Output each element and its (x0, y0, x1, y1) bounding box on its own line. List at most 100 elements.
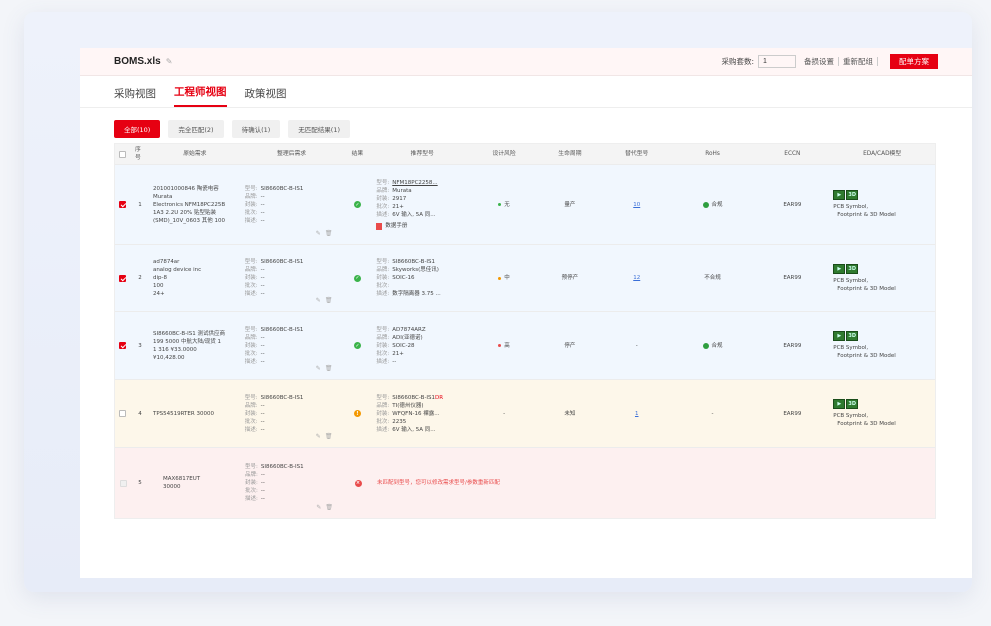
table-row[interactable]: 1 201001000846 陶瓷电容 Murata Electronics N… (115, 165, 935, 245)
3d-icon: 3D (846, 399, 859, 409)
rematch-link[interactable]: 重新配组 (843, 56, 873, 67)
edit-delete-icons[interactable]: ✎🗑 (316, 504, 337, 512)
qty-input[interactable]: 1 (758, 55, 796, 68)
row-checkbox[interactable] (119, 274, 127, 282)
rohs-status: - (711, 410, 714, 417)
eccn: EAR99 (783, 342, 802, 349)
eda-model[interactable]: ▶ 3D PCB Symbol, Footprint & 3D Model (829, 165, 935, 244)
lifecycle: 预停产 (561, 275, 579, 281)
processed-requirement: 型号: SI8660BC-B-IS1 品牌: -- 封装: -- 批次: -- 描述: -… (244, 185, 337, 238)
original-requirement: ad7874ar analog device inc dip-8 100 24+ (152, 259, 202, 297)
design-risk: - (503, 410, 506, 417)
original-requirement: SI8660BC-B-IS1 测试供应商 199 5000 中航大陆/现货 1 … (152, 330, 225, 361)
col-eccn: ECCN (784, 151, 801, 157)
edit-delete-icons[interactable]: ✎🗑 (316, 365, 337, 373)
app-frame: BOMS.xls ✎ 采购套数: 1 备损设置 重新配组 配单方案 采购视图 工… (24, 12, 972, 592)
recommended-model: 型号: NFM18PC2258... 品牌: Murata 封装: 2917 批次: 2… (376, 180, 438, 230)
col-req: 整理后需求 (277, 151, 307, 157)
play-icon: ▶ (833, 331, 846, 341)
divider (877, 57, 878, 66)
processed-requirement: 型号: SI8660BC-B-IS1 品牌: -- 封装: -- 批次: -- 描述: -… (244, 259, 337, 305)
alternative-count: - (635, 342, 638, 349)
risk-dot (498, 344, 502, 347)
lifecycle: 量产 (564, 201, 576, 208)
eccn: EAR99 (783, 275, 802, 281)
edit-delete-icons[interactable]: ✎🗑 (316, 433, 337, 441)
eda-model[interactable]: ▶ 3D PCB Symbol, Footprint & 3D Model (829, 380, 935, 447)
processed-requirement: 型号: SI8660BC-B-IS1 品牌: -- 封装: -- 批次: -- 描述: -… (244, 394, 337, 441)
main-panel: BOMS.xls ✎ 采购套数: 1 备损设置 重新配组 配单方案 采购视图 工… (80, 48, 972, 578)
alternative-count-link[interactable]: 12 (633, 274, 640, 282)
processed-requirement: 型号: SI8660BC-B-IS1 品牌: -- 封装: -- 批次: -- 描述: -… (245, 464, 337, 512)
top-bar: BOMS.xls ✎ 采购套数: 1 备损设置 重新配组 配单方案 (80, 48, 972, 76)
select-all-checkbox[interactable] (119, 150, 127, 158)
loss-setting-link[interactable]: 备损设置 (804, 56, 834, 67)
3d-icon: 3D (846, 190, 859, 200)
play-icon: ▶ (833, 263, 846, 274)
recommended-model: 型号: SI8660BC-B-IS1DR 品牌: TI(德州仪器) 封装: WFQFN… (376, 394, 444, 433)
edit-delete-icons[interactable]: ✎🗑 (316, 230, 337, 238)
col-model: 推荐型号 (410, 151, 434, 157)
col-risk: 设计风险 (492, 151, 516, 157)
check-icon: ✓ (353, 274, 361, 282)
row-index: 3 (138, 342, 142, 349)
filter-all[interactable]: 全部(10) (114, 120, 161, 138)
row-index: 5 (138, 480, 142, 486)
row-checkbox[interactable] (119, 410, 127, 417)
row-index: 4 (138, 410, 142, 417)
filter-no-match[interactable]: 无匹配结果(1) (288, 120, 350, 138)
row-index: 1 (138, 201, 142, 208)
col-life: 生命周期 (558, 151, 582, 157)
col-orig: 原始需求 (183, 151, 207, 157)
col-rohs: RoHs (705, 151, 720, 157)
qty-label: 采购套数: (721, 57, 754, 66)
check-icon: ✓ (353, 342, 361, 349)
design-risk: 无 (504, 201, 510, 208)
alternative-count-link[interactable]: 1 (635, 410, 639, 418)
table-row[interactable]: 2 ad7874ar analog device inc dip-8 100 2… (115, 245, 935, 312)
edit-delete-icons[interactable]: ✎🗑 (316, 297, 337, 305)
3d-icon: 3D (846, 331, 859, 341)
datasheet-link[interactable]: 数据手册 (376, 222, 437, 230)
lifecycle: 未知 (564, 410, 576, 417)
eda-model[interactable]: ▶ 3D PCB Symbol, Footprint & 3D Model (829, 245, 935, 311)
col-idx: 序号 (134, 147, 141, 161)
col-eda: EDA/CAD模型 (863, 151, 902, 157)
tab-policy-view[interactable]: 政策视图 (245, 86, 287, 107)
eda-model[interactable]: ▶ 3D PCB Symbol, Footprint & 3D Model (829, 312, 935, 379)
eccn: EAR99 (783, 201, 802, 208)
original-requirement: MAX6817EUT 30000 (163, 476, 201, 490)
row-checkbox (119, 479, 127, 487)
design-risk: 高 (504, 342, 510, 349)
table-row[interactable]: 3 SI8660BC-B-IS1 测试供应商 199 5000 中航大陆/现货 … (115, 312, 935, 380)
row-checkbox[interactable] (119, 201, 127, 208)
bom-table: 序号 原始需求 整理后需求 结果 推荐型号 设计风险 生命周期 替代型号 RoH… (114, 143, 936, 519)
filter-bar: 全部(10) 完全匹配(2) 待确认(1) 无匹配结果(1) (80, 108, 972, 138)
alternative-count-link[interactable]: 10 (633, 201, 640, 209)
order-plan-button[interactable]: 配单方案 (890, 54, 938, 69)
table-header: 序号 原始需求 整理后需求 结果 推荐型号 设计风险 生命周期 替代型号 RoH… (115, 144, 935, 165)
lifecycle: 停产 (564, 342, 576, 349)
filter-pending[interactable]: 待确认(1) (231, 120, 281, 138)
row-index: 2 (138, 275, 142, 281)
tab-purchase-view[interactable]: 采购视图 (114, 86, 156, 107)
eccn: EAR99 (783, 410, 802, 417)
play-icon: ▶ (833, 190, 846, 200)
rohs-compliant-icon (702, 342, 709, 349)
table-row[interactable]: 4 TPS54519RTER 30000 型号: SI8660BC-B-IS1 品… (115, 380, 935, 448)
3d-icon: 3D (846, 263, 859, 274)
model-link[interactable]: NFM18PC2258... (392, 180, 437, 186)
rohs-compliant-icon (702, 201, 709, 208)
col-res: 结果 (351, 151, 364, 157)
no-match-message: 未匹配到型号，您可以修改需求型号/参数重新匹配 (377, 480, 500, 486)
row-checkbox[interactable] (119, 342, 127, 349)
rohs-status: 合规 (711, 342, 723, 349)
play-icon: ▶ (833, 399, 846, 409)
processed-requirement: 型号: SI8660BC-B-IS1 品牌: -- 封装: -- 批次: -- 描述: -… (244, 326, 337, 373)
file-name: BOMS.xls (114, 56, 161, 67)
divider (838, 57, 839, 66)
tab-engineer-view[interactable]: 工程师视图 (174, 84, 227, 107)
filter-full-match[interactable]: 完全匹配(2) (168, 120, 224, 138)
edit-filename-icon[interactable]: ✎ (166, 57, 173, 66)
table-row[interactable]: 5 MAX6817EUT 30000 型号: SI8660BC-B-IS1 品牌:… (115, 448, 935, 518)
